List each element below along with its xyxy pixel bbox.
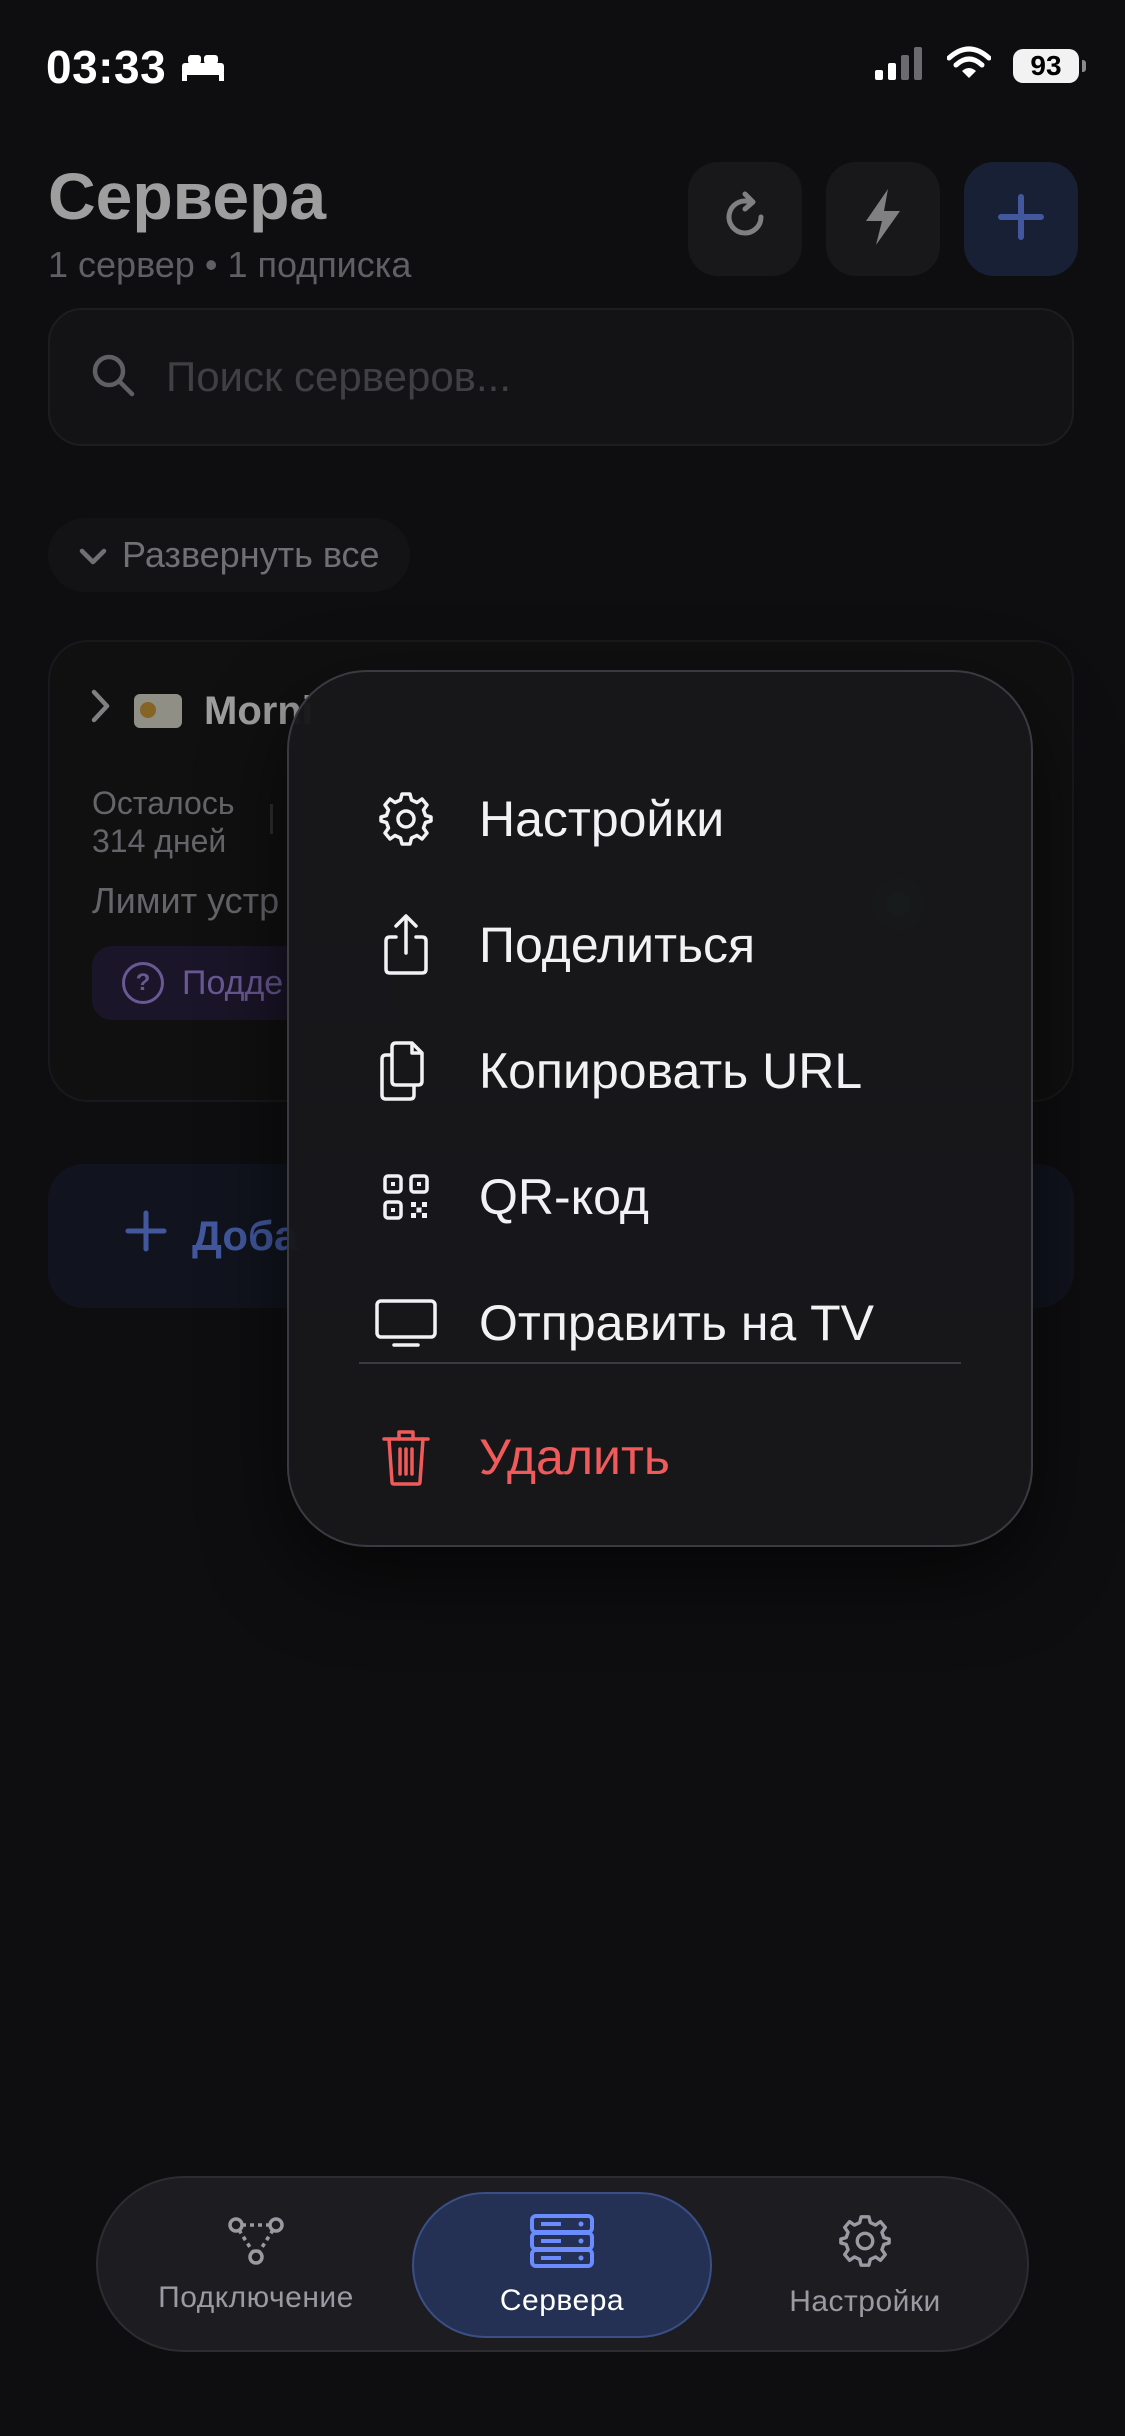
menu-item-delete[interactable]: Удалить — [289, 1402, 1031, 1512]
menu-item-share[interactable]: Поделиться — [289, 890, 1031, 1000]
add-button-label: Доба — [192, 1212, 298, 1259]
tab-bar: Подключение Сервера Настройки — [96, 2176, 1029, 2352]
refresh-icon — [717, 189, 773, 250]
qr-code-icon — [374, 1165, 438, 1229]
plus-icon — [124, 1209, 168, 1263]
remaining-value: 314 дней — [92, 823, 227, 859]
remaining-info: Осталось 314 дней — [92, 784, 234, 860]
network-icon — [226, 2216, 286, 2271]
share-icon — [374, 913, 438, 977]
expand-all-button[interactable]: Развернуть все — [48, 518, 410, 592]
chevron-right-icon — [90, 688, 112, 734]
screen: 03:33 93 Сервера 1 сервер • 1 подписка П… — [0, 0, 1125, 2436]
expand-all-label: Развернуть все — [122, 534, 380, 575]
servers-icon — [529, 2213, 595, 2274]
search-input[interactable]: Поиск серверов... — [48, 308, 1074, 446]
tab-connection[interactable]: Подключение — [106, 2192, 406, 2338]
search-icon — [90, 352, 136, 403]
menu-label-delete: Удалить — [479, 1429, 670, 1485]
support-label: Подде — [182, 963, 284, 1002]
tab-label-servers: Сервера — [499, 2283, 625, 2317]
device-limit: Лимит устр — [92, 880, 280, 921]
add-server-button[interactable] — [964, 162, 1078, 276]
menu-item-settings[interactable]: Настройки — [289, 764, 1031, 874]
menu-label-qr-code: QR-код — [479, 1169, 649, 1225]
question-icon: ? — [122, 962, 164, 1004]
quick-connect-button[interactable] — [826, 162, 940, 276]
remaining-label: Осталось — [92, 785, 235, 821]
tab-label-settings: Настройки — [789, 2284, 941, 2318]
context-menu: Настройки Поделиться Копировать URL QR-к… — [287, 670, 1033, 1547]
trash-icon — [374, 1425, 438, 1489]
menu-separator — [359, 1362, 961, 1364]
flag-icon — [134, 694, 182, 728]
tab-servers[interactable]: Сервера — [412, 2192, 712, 2338]
card-divider — [270, 804, 273, 834]
lightning-icon — [858, 187, 908, 252]
server-card-header: Morni — [90, 688, 313, 734]
page-title: Сервера — [48, 159, 327, 233]
chevron-down-icon — [78, 534, 108, 576]
menu-item-qr-code[interactable]: QR-код — [289, 1142, 1031, 1252]
gear-icon — [836, 2212, 894, 2275]
tab-label-connection: Подключение — [158, 2280, 354, 2314]
tab-settings[interactable]: Настройки — [715, 2192, 1015, 2338]
copy-icon — [374, 1039, 438, 1103]
page-subtitle: 1 сервер • 1 подписка — [48, 244, 412, 285]
search-placeholder: Поиск серверов... — [166, 353, 512, 400]
menu-label-send-to-tv: Отправить на TV — [479, 1295, 875, 1351]
menu-label-settings: Настройки — [479, 791, 725, 847]
tv-icon — [374, 1291, 438, 1355]
menu-label-copy-url: Копировать URL — [479, 1043, 863, 1099]
refresh-button[interactable] — [688, 162, 802, 276]
gear-icon — [374, 787, 438, 851]
menu-item-copy-url[interactable]: Копировать URL — [289, 1016, 1031, 1126]
menu-label-share: Поделиться — [479, 917, 756, 973]
plus-icon — [995, 191, 1047, 248]
